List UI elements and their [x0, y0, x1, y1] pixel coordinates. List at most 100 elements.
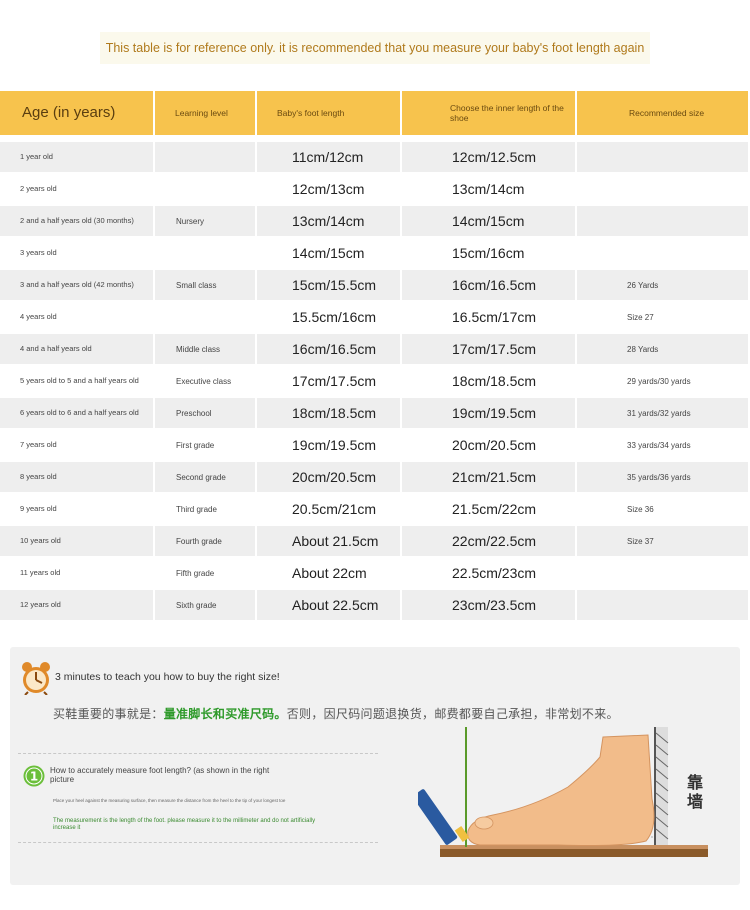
- table-row: 4 and a half years old Middle class 16cm/1…: [0, 334, 750, 366]
- cell-learning-level: [155, 142, 257, 174]
- cell-recommended-size: [577, 206, 750, 238]
- table-row: 4 years old 15.5cm/16cm 16.5cm/17cm Size 27: [0, 302, 750, 334]
- table-row: 10 years old Fourth grade About 21.5cm 22cm…: [0, 526, 750, 558]
- cell-age: 5 years old to 5 and a half years old: [0, 366, 155, 398]
- cell-learning-level: Sixth grade: [155, 590, 257, 622]
- cell-foot-length: 15.5cm/16cm: [257, 302, 402, 334]
- cell-age: 11 years old: [0, 558, 155, 590]
- guide-chinese-tip: 买鞋重要的事就是：量准脚长和买准尺码。否则，因尺码问题退换货，邮费都要自己承担，…: [53, 705, 619, 722]
- step-number: 1: [30, 770, 38, 784]
- measuring-guide-panel: 3 minutes to teach you how to buy the ri…: [10, 647, 740, 885]
- cell-age: 4 years old: [0, 302, 155, 334]
- cell-inner-length: 21cm/21.5cm: [402, 462, 577, 494]
- cell-recommended-size: [577, 174, 750, 206]
- cell-recommended-size: 28 Yards: [577, 334, 750, 366]
- cell-learning-level: Second grade: [155, 462, 257, 494]
- cell-inner-length: 15cm/16cm: [402, 238, 577, 270]
- table-row: 3 years old 14cm/15cm 15cm/16cm: [0, 238, 750, 270]
- cell-inner-length: 22.5cm/23cm: [402, 558, 577, 590]
- cell-learning-level: Fourth grade: [155, 526, 257, 558]
- cell-recommended-size: 35 yards/36 yards: [577, 462, 750, 494]
- cell-foot-length: 12cm/13cm: [257, 174, 402, 206]
- alarm-clock-icon: [22, 662, 50, 695]
- cell-age: 4 and a half years old: [0, 334, 155, 366]
- table-row: 11 years old Fifth grade About 22cm 22.5cm/…: [0, 558, 750, 590]
- cell-foot-length: 17cm/17.5cm: [257, 366, 402, 398]
- cell-foot-length: About 22cm: [257, 558, 402, 590]
- cell-learning-level: Preschool: [155, 398, 257, 430]
- cell-learning-level: [155, 238, 257, 270]
- table-body: 1 year old 11cm/12cm 12cm/12.5cm 2 years ol…: [0, 142, 750, 622]
- table-row: 2 and a half years old (30 months) Nurser…: [0, 206, 750, 238]
- cell-inner-length: 16cm/16.5cm: [402, 270, 577, 302]
- cell-foot-length: 18cm/18.5cm: [257, 398, 402, 430]
- cell-learning-level: Small class: [155, 270, 257, 302]
- size-chart-table: Age (in years) Learning level Baby's foo…: [0, 91, 750, 622]
- cell-recommended-size: [577, 142, 750, 174]
- cell-foot-length: About 21.5cm: [257, 526, 402, 558]
- cell-age: 2 years old: [0, 174, 155, 206]
- cell-inner-length: 14cm/15cm: [402, 206, 577, 238]
- cell-inner-length: 20cm/20.5cm: [402, 430, 577, 462]
- cell-learning-level: Executive class: [155, 366, 257, 398]
- step-one-title: How to accurately measure foot length? (…: [50, 766, 270, 784]
- guide-cn-highlight: 量准脚长和买准尺码。: [163, 707, 287, 721]
- cell-learning-level: Nursery: [155, 206, 257, 238]
- cell-learning-level: [155, 302, 257, 334]
- cell-foot-length: 14cm/15cm: [257, 238, 402, 270]
- table-row: 12 years old Sixth grade About 22.5cm 23cm/…: [0, 590, 750, 622]
- header-foot-length: Baby's foot length: [257, 91, 402, 142]
- dashed-divider-bottom: [18, 842, 378, 843]
- cell-age: 3 years old: [0, 238, 155, 270]
- cell-learning-level: Middle class: [155, 334, 257, 366]
- cell-learning-level: First grade: [155, 430, 257, 462]
- cell-recommended-size: Size 37: [577, 526, 750, 558]
- cell-inner-length: 16.5cm/17cm: [402, 302, 577, 334]
- cell-foot-length: 20cm/20.5cm: [257, 462, 402, 494]
- table-header-row: Age (in years) Learning level Baby's foo…: [0, 91, 750, 142]
- header-recommended-size: Recommended size: [577, 91, 750, 142]
- reference-notice: This table is for reference only. it is …: [100, 32, 650, 64]
- step-one-note: The measurement is the length of the foo…: [53, 818, 316, 831]
- cell-age: 6 years old to 6 and a half years old: [0, 398, 155, 430]
- cell-inner-length: 19cm/19.5cm: [402, 398, 577, 430]
- table-row: 7 years old First grade 19cm/19.5cm 20cm/20…: [0, 430, 750, 462]
- cell-age: 2 and a half years old (30 months): [0, 206, 155, 238]
- foot-measure-illustration: [418, 727, 708, 857]
- cell-foot-length: 15cm/15.5cm: [257, 270, 402, 302]
- cell-recommended-size: [577, 590, 750, 622]
- cell-foot-length: 16cm/16.5cm: [257, 334, 402, 366]
- dashed-divider-top: [18, 753, 378, 754]
- step-one-detail: Place your heel against the measuring su…: [53, 798, 286, 803]
- guide-title: 3 minutes to teach you how to buy the ri…: [55, 671, 280, 683]
- cell-age: 3 and a half years old (42 months): [0, 270, 155, 302]
- cell-inner-length: 13cm/14cm: [402, 174, 577, 206]
- cell-recommended-size: [577, 558, 750, 590]
- cell-recommended-size: 29 yards/30 yards: [577, 366, 750, 398]
- header-learning-level: Learning level: [155, 91, 257, 142]
- cell-foot-length: 11cm/12cm: [257, 142, 402, 174]
- cell-age: 1 year old: [0, 142, 155, 174]
- cell-inner-length: 17cm/17.5cm: [402, 334, 577, 366]
- table-row: 6 years old to 6 and a half years old Pre…: [0, 398, 750, 430]
- cell-age: 7 years old: [0, 430, 155, 462]
- cell-recommended-size: 26 Yards: [577, 270, 750, 302]
- cell-age: 8 years old: [0, 462, 155, 494]
- cell-recommended-size: Size 36: [577, 494, 750, 526]
- wall-label: 靠墙: [687, 775, 704, 811]
- guide-cn-prefix: 买鞋重要的事就是：: [53, 707, 164, 721]
- cell-foot-length: 20.5cm/21cm: [257, 494, 402, 526]
- header-inner-length: Choose the inner length of the shoe: [402, 91, 577, 142]
- table-row: 2 years old 12cm/13cm 13cm/14cm: [0, 174, 750, 206]
- step-one-badge-icon: 1: [23, 765, 45, 787]
- table-row: 3 and a half years old (42 months) Small …: [0, 270, 750, 302]
- cell-inner-length: 18cm/18.5cm: [402, 366, 577, 398]
- cell-age: 10 years old: [0, 526, 155, 558]
- header-age: Age (in years): [0, 91, 155, 142]
- guide-cn-suffix: 否则，因尺码问题退换货，邮费都要自己承担，非常划不来。: [286, 707, 619, 721]
- table-row: 5 years old to 5 and a half years old Exe…: [0, 366, 750, 398]
- cell-learning-level: Third grade: [155, 494, 257, 526]
- cell-foot-length: 13cm/14cm: [257, 206, 402, 238]
- cell-recommended-size: [577, 238, 750, 270]
- cell-inner-length: 23cm/23.5cm: [402, 590, 577, 622]
